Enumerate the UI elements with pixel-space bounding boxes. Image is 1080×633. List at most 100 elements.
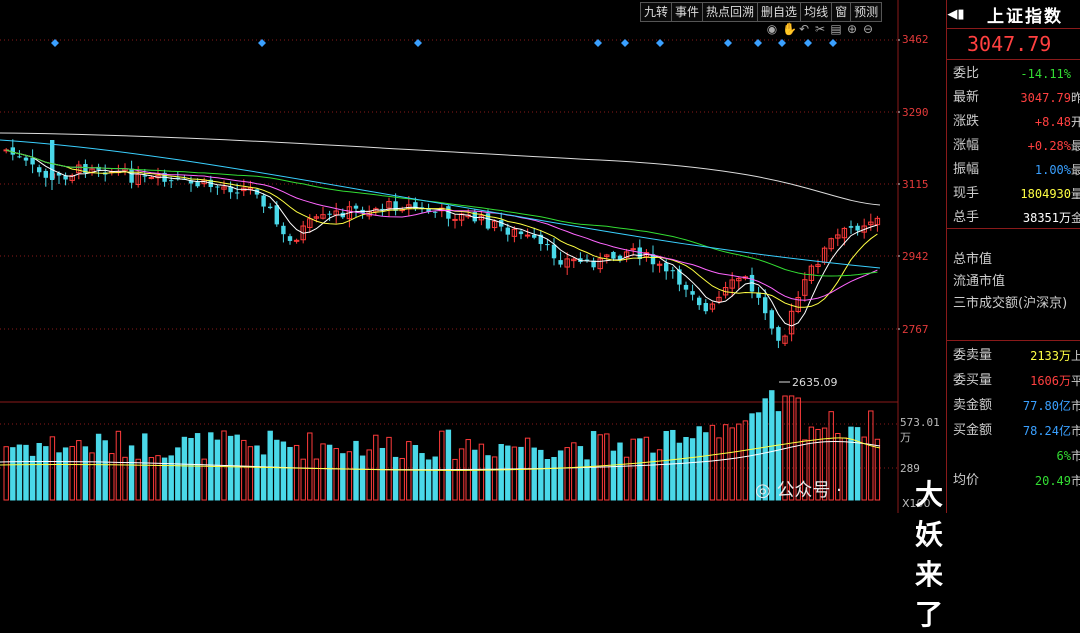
- volume-bar: [181, 436, 188, 501]
- quote-value: -14.11%: [1020, 67, 1071, 81]
- expand-arrow-icon[interactable]: ◀▮: [947, 7, 965, 22]
- ma5-line: [6, 149, 878, 327]
- volume-bar: [326, 444, 333, 501]
- candle-body: [558, 260, 563, 265]
- volume-bar: [663, 431, 669, 501]
- toolbar-remove-watchlist[interactable]: 删自选: [758, 3, 802, 21]
- market-info-label: 流通市值: [953, 274, 1006, 289]
- candle-body: [393, 201, 398, 211]
- quote-value: 38351万: [1022, 211, 1071, 225]
- zoom-in-icon[interactable]: ⊕: [846, 22, 858, 36]
- quote-label: 涨跌: [953, 114, 980, 129]
- order-value: 2133万: [1030, 349, 1071, 363]
- volume-bar: [511, 446, 518, 501]
- volume-bar: [148, 457, 155, 501]
- volume-bar: [128, 445, 135, 501]
- zoom-out-icon[interactable]: ⊖: [862, 22, 874, 36]
- candle-body: [43, 170, 48, 178]
- y-tick-1: 3462: [902, 33, 929, 46]
- toolbar-nine-turn[interactable]: 九转: [641, 3, 673, 21]
- volume-bar: [188, 437, 194, 501]
- volume-bar: [320, 443, 326, 501]
- eye-icon[interactable]: ◉: [766, 22, 778, 36]
- quote-value: 1.00%: [1034, 163, 1071, 177]
- volume-bar: [313, 458, 320, 501]
- chart-area[interactable]: 2635.09 九转 事件 热点回溯 删自选 均线 窗 预测 ◉ ✋ ↶ ✂ ▤…: [0, 0, 943, 631]
- volume-bar: [359, 455, 366, 501]
- candle-body: [690, 291, 695, 295]
- volume-bar: [227, 435, 234, 501]
- toolbar-hot-replay[interactable]: 热点回溯: [703, 3, 759, 21]
- volume-bar: [676, 442, 683, 501]
- volume-bar: [557, 450, 564, 501]
- volume-bar: [89, 452, 95, 501]
- toolbar-events[interactable]: 事件: [672, 3, 704, 21]
- hand-icon[interactable]: ✋: [782, 22, 797, 36]
- market-info-item: 总市值: [947, 248, 1080, 272]
- scissors-icon[interactable]: ✂: [814, 22, 826, 36]
- volume-bar: [650, 452, 656, 501]
- candle-body: [215, 186, 220, 188]
- volume-bar: [841, 437, 848, 501]
- candle-body: [703, 303, 708, 312]
- volume-bar: [142, 433, 148, 501]
- candle-body: [327, 213, 332, 215]
- volume-bar: [584, 459, 590, 501]
- volume-bar: [445, 429, 452, 501]
- volume-bar: [643, 436, 650, 501]
- volume-bar: [498, 444, 504, 501]
- quote-suffix: 量: [1071, 187, 1080, 201]
- candle-body: [532, 234, 537, 238]
- order-value: 1606万: [1030, 374, 1071, 388]
- toolbar-forecast[interactable]: 预测: [851, 3, 881, 21]
- event-marker-icon: [724, 39, 732, 47]
- toolbar-moving-avg[interactable]: 均线: [801, 3, 833, 21]
- quote-value: 1804930: [1020, 187, 1071, 201]
- volume-bar: [168, 455, 174, 501]
- quote-suffix: 开: [1071, 115, 1080, 129]
- quote-row: 委比 -14.11%: [947, 62, 1080, 86]
- volume-bar: [293, 444, 300, 501]
- volume-bar: [366, 449, 372, 501]
- undo-icon[interactable]: ↶: [798, 22, 810, 36]
- toolbar-window[interactable]: 窗: [832, 3, 852, 21]
- volume-bar: [43, 446, 49, 501]
- event-marker-icon: [621, 39, 629, 47]
- volume-bar: [175, 447, 181, 501]
- volume-bar: [29, 455, 36, 501]
- y-tick-4: 2942: [902, 250, 929, 263]
- candle-body: [142, 175, 147, 177]
- order-value: 6%: [1056, 449, 1071, 463]
- volume-bar: [254, 445, 260, 501]
- event-marker-icon: [829, 39, 837, 47]
- candle-body: [50, 140, 55, 180]
- kline-chart[interactable]: 2635.09: [0, 0, 900, 513]
- volume-bar: [689, 438, 696, 501]
- candle-body: [848, 226, 854, 228]
- candle-body: [23, 157, 29, 161]
- volume-bar: [69, 445, 75, 501]
- volume-bar: [274, 439, 280, 501]
- quote-value: 3047.79: [1020, 91, 1071, 105]
- volume-bar: [379, 447, 386, 501]
- volume-bar: [412, 445, 419, 501]
- volume-bar: [280, 441, 287, 501]
- volume-top-label: 573.01万: [900, 416, 940, 444]
- candle-body: [670, 270, 675, 272]
- candle-body: [855, 225, 860, 231]
- volume-bar: [518, 446, 524, 501]
- volume-bar: [505, 445, 511, 501]
- candle-body: [10, 147, 15, 155]
- candle-body: [268, 206, 273, 209]
- quote-label: 委比: [953, 66, 980, 81]
- candle-body: [148, 177, 155, 180]
- trash-icon[interactable]: ▤: [830, 22, 842, 36]
- volume-bar: [716, 437, 722, 501]
- volume-bar: [696, 426, 702, 501]
- volume-bar: [122, 456, 128, 501]
- volume-bar: [76, 440, 82, 501]
- volume-bar: [95, 433, 102, 501]
- low-marker-label: 2635.09: [792, 376, 838, 389]
- volume-bar: [722, 424, 729, 501]
- y-tick-5: 2767: [902, 323, 929, 336]
